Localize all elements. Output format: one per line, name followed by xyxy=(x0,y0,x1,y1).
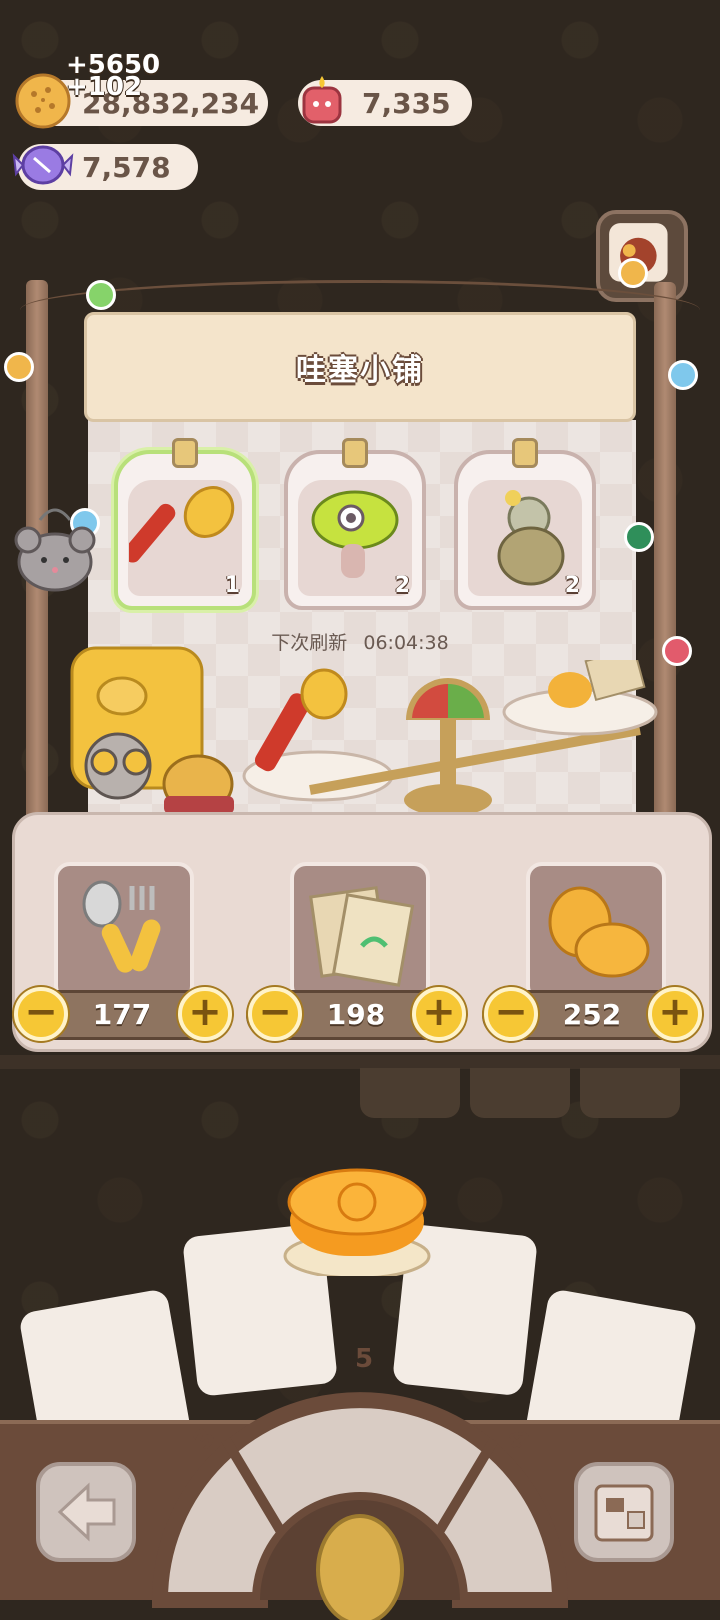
collection-button[interactable] xyxy=(574,1462,674,1562)
coin-gain-text-2: +102 xyxy=(66,72,143,102)
light-bulb-green xyxy=(86,280,116,310)
shop-banner: 哇塞小铺 xyxy=(84,312,636,422)
refresh-countdown: 06:04:38 xyxy=(363,632,449,654)
candle-icon xyxy=(302,76,342,124)
light-bulb-orange-2 xyxy=(618,258,648,288)
mouse-bag-icon xyxy=(14,508,96,592)
cat-shopkeeper-icon xyxy=(70,646,234,814)
increase-button-2[interactable]: + xyxy=(412,987,466,1041)
light-bulb-dark-green xyxy=(624,522,654,552)
light-bulb-blue-2 xyxy=(668,360,698,390)
item-count: 1 xyxy=(224,573,240,598)
bg-cell xyxy=(360,1068,460,1118)
decrease-button-1[interactable]: − xyxy=(14,987,68,1041)
shop-item-microphone[interactable]: 1 xyxy=(114,438,256,610)
shelf xyxy=(0,1055,720,1069)
coin-counter[interactable]: 28,832,234 xyxy=(15,73,268,129)
shop-item-gourd[interactable]: 2 xyxy=(454,438,596,610)
back-button[interactable] xyxy=(36,1462,136,1562)
sleepy-bread-icon xyxy=(548,886,650,978)
paper-bag-icon xyxy=(309,886,415,987)
material-slot-bread[interactable] xyxy=(526,862,666,1002)
card-clip xyxy=(512,438,538,468)
material-slot-spoon-fork[interactable] xyxy=(54,862,194,1002)
big-orange-press-button[interactable] xyxy=(282,1166,432,1276)
material-slot-paper-bag[interactable] xyxy=(290,862,430,1002)
left-arrow-icon xyxy=(57,1482,116,1542)
decrease-button-2[interactable]: − xyxy=(248,987,302,1041)
candle-value: 7,335 xyxy=(362,86,451,120)
card-clip xyxy=(172,438,198,468)
candy-value: 7,578 xyxy=(82,150,171,184)
bg-cell xyxy=(470,1068,570,1118)
candle-counter[interactable]: 7,335 xyxy=(298,76,472,126)
candy-counter[interactable]: 7,578 xyxy=(12,144,198,190)
spoon-fork-icon xyxy=(82,880,161,973)
cookie-coin-icon xyxy=(15,73,71,129)
light-bulb-orange xyxy=(4,352,34,382)
candy-icon xyxy=(12,145,74,185)
shop-item-ufo[interactable]: 2 xyxy=(284,438,426,610)
decrease-button-3[interactable]: − xyxy=(484,987,538,1041)
bg-cell xyxy=(580,1068,680,1118)
item-count: 2 xyxy=(394,573,410,598)
item-count: 2 xyxy=(564,573,580,598)
shop-title: 哇塞小铺 xyxy=(296,353,424,388)
refresh-label: 下次刷新 xyxy=(271,632,348,654)
dial-label-5: 5 xyxy=(355,1344,374,1374)
card-clip xyxy=(342,438,368,468)
increase-button-3[interactable]: + xyxy=(648,987,702,1041)
recipe-book-icon xyxy=(594,1484,654,1542)
increase-button-1[interactable]: + xyxy=(178,987,232,1041)
